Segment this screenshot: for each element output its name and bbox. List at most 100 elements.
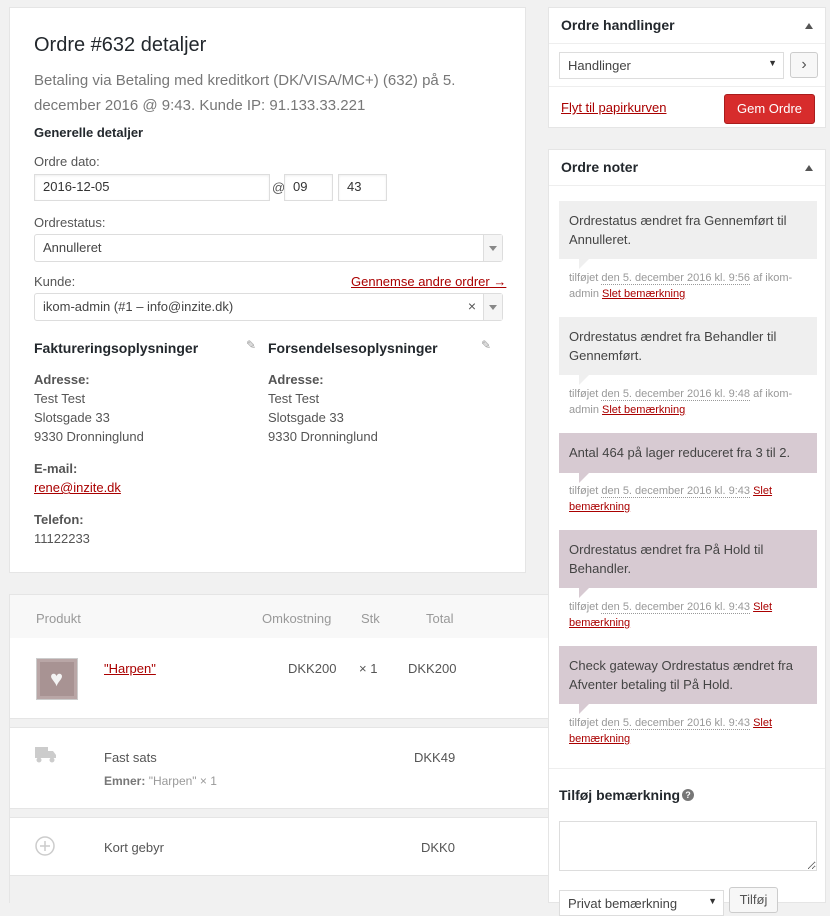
note-meta: tilføjet den 5. december 2016 kl. 9:43 S… xyxy=(569,715,809,747)
col-product: Produkt xyxy=(36,611,81,626)
edit-billing-pencil-icon[interactable]: ✎ xyxy=(246,338,256,352)
product-total: DKK200 xyxy=(408,661,457,676)
order-notes-box: Ordre noter Ordrestatus ændret fra Genne… xyxy=(548,149,826,916)
edit-shipping-pencil-icon[interactable]: ✎ xyxy=(481,338,491,352)
order-subtitle: Betaling via Betaling med kreditkort (DK… xyxy=(34,72,456,114)
chevron-down-icon: ▼ xyxy=(708,896,717,906)
billing-address: Adresse: Test Test Slotsgade 33 9330 Dro… xyxy=(34,370,144,446)
order-actions-header[interactable]: Ordre handlinger xyxy=(549,8,825,44)
help-icon[interactable]: ? xyxy=(682,789,694,801)
email-link[interactable]: rene@inzite.dk xyxy=(34,480,121,495)
col-total: Total xyxy=(426,611,454,626)
note-text: Antal 464 på lager reduceret fra 3 til 2… xyxy=(569,445,791,460)
note-meta-prefix: tilføjet xyxy=(569,272,602,284)
truck-icon xyxy=(35,747,56,763)
product-thumbnail xyxy=(36,658,78,700)
billing-email: E-mail: rene@inzite.dk xyxy=(34,459,121,497)
order-notes-header[interactable]: Ordre noter xyxy=(549,150,825,186)
billing-phone: Telefon: 11122233 xyxy=(34,510,90,548)
general-details-heading: Generelle detaljer xyxy=(34,125,144,140)
shipping-address-line: 9330 Dronninglund xyxy=(268,429,378,444)
note-date: den 5. december 2016 kl. 9:43 xyxy=(601,485,751,498)
fee-name: Kort gebyr xyxy=(104,840,164,855)
note-type-value: Privat bemærkning xyxy=(568,896,678,911)
collapse-icon[interactable] xyxy=(805,23,813,29)
divider xyxy=(549,86,825,87)
chevron-down-icon: ▼ xyxy=(768,58,777,68)
delete-note-link[interactable]: Slet bemærkning xyxy=(602,404,685,416)
note-item: Ordrestatus ændret fra Gennemført til An… xyxy=(559,201,817,269)
order-status-label: Ordrestatus: xyxy=(34,215,106,230)
order-date-label: Ordre dato: xyxy=(34,154,100,169)
order-minute-input[interactable]: 43 xyxy=(338,174,387,201)
delete-note-link[interactable]: Slet bemærkning xyxy=(602,288,685,300)
order-status-select[interactable]: Annulleret xyxy=(34,234,503,262)
note-meta-prefix: tilføjet xyxy=(569,388,602,400)
note-item: Antal 464 på lager reduceret fra 3 til 2… xyxy=(559,433,817,483)
plus-circle-icon xyxy=(35,836,55,856)
shipping-items-label: Emner: xyxy=(104,774,146,788)
col-cost: Omkostning xyxy=(262,611,332,626)
billing-address-line: Slotsgade 33 xyxy=(34,410,110,425)
move-to-trash-link[interactable]: Flyt til papirkurven xyxy=(561,100,666,115)
phone-value: 11122233 xyxy=(34,531,90,546)
collapse-icon[interactable] xyxy=(805,165,813,171)
note-type-select[interactable]: Privat bemærkning ▼ xyxy=(559,890,724,916)
shipping-heading: Forsendelsesoplysninger xyxy=(268,340,438,356)
billing-heading: Faktureringsoplysninger xyxy=(34,340,199,356)
phone-label: Telefon: xyxy=(34,512,84,527)
note-item: Check gateway Ordrestatus ændret fra Afv… xyxy=(559,646,817,714)
shipping-address: Adresse: Test Test Slotsgade 33 9330 Dro… xyxy=(268,370,378,446)
view-other-orders-link[interactable]: Gennemse andre ordrer → xyxy=(351,274,506,289)
order-hour-input[interactable]: 09 xyxy=(284,174,333,201)
product-link[interactable]: "Harpen" xyxy=(104,661,156,676)
actions-select-value: Handlinger xyxy=(568,58,631,73)
clear-icon[interactable]: × xyxy=(468,298,476,314)
order-actions-title: Ordre handlinger xyxy=(561,17,675,33)
note-date: den 5. december 2016 kl. 9:43 xyxy=(601,601,751,614)
note-meta: tilføjet den 5. december 2016 kl. 9:48 a… xyxy=(569,386,809,418)
fee-total: DKK0 xyxy=(421,840,455,855)
shipping-method: Fast sats xyxy=(104,750,157,765)
shipping-items-value: "Harpen" × 1 xyxy=(148,774,217,788)
billing-address-line: Test Test xyxy=(34,391,86,406)
divider xyxy=(10,718,548,728)
shipping-address-line: Test Test xyxy=(268,391,320,406)
add-note-label: Tilføj bemærkning xyxy=(559,787,681,803)
note-text: Ordrestatus ændret fra Behandler til Gen… xyxy=(569,329,777,363)
billing-address-line: 9330 Dronninglund xyxy=(34,429,144,444)
order-actions-box: Ordre handlinger Handlinger ▼ › Flyt til… xyxy=(548,7,826,128)
note-text: Ordrestatus ændret fra Gennemført til An… xyxy=(569,213,787,247)
note-meta: tilføjet den 5. december 2016 kl. 9:43 S… xyxy=(569,599,809,631)
note-item: Ordrestatus ændret fra På Hold til Behan… xyxy=(559,530,817,598)
order-data-panel: Ordre #632 detaljer Betaling via Betalin… xyxy=(9,7,526,573)
note-meta: tilføjet den 5. december 2016 kl. 9:43 S… xyxy=(569,483,809,515)
product-cost: DKK200 xyxy=(288,661,337,676)
order-items-panel: Produkt Omkostning Stk Total "Harpen" DK… xyxy=(9,594,548,905)
divider xyxy=(10,875,548,905)
chevron-down-icon xyxy=(483,235,502,261)
order-date-input[interactable]: 2016-12-05 xyxy=(34,174,270,201)
shipping-address-label: Adresse: xyxy=(268,372,324,387)
apply-action-button[interactable]: › xyxy=(790,52,818,78)
shipping-items: Emner: "Harpen" × 1 xyxy=(104,774,217,788)
order-notes-title: Ordre noter xyxy=(561,159,639,175)
add-note-button[interactable]: Tilføj xyxy=(729,887,778,913)
col-qty: Stk xyxy=(361,611,380,626)
customer-select[interactable]: ikom-admin (#1 – info@inzite.dk) × xyxy=(34,293,503,321)
save-order-button[interactable]: Gem Ordre xyxy=(723,94,815,124)
note-meta-prefix: tilføjet xyxy=(569,485,602,497)
customer-value: ikom-admin (#1 – info@inzite.dk) xyxy=(43,299,234,314)
note-date: den 5. december 2016 kl. 9:56 xyxy=(601,272,751,285)
billing-address-label: Adresse: xyxy=(34,372,90,387)
note-meta-prefix: tilføjet xyxy=(569,717,602,729)
add-note-textarea[interactable] xyxy=(559,821,817,871)
customer-label: Kunde: xyxy=(34,274,76,289)
note-item: Ordrestatus ændret fra Behandler til Gen… xyxy=(559,317,817,385)
actions-select[interactable]: Handlinger ▼ xyxy=(559,52,784,79)
note-date: den 5. december 2016 kl. 9:43 xyxy=(601,717,751,730)
divider xyxy=(549,768,825,769)
note-date: den 5. december 2016 kl. 9:48 xyxy=(601,388,751,401)
note-text: Ordrestatus ændret fra På Hold til Behan… xyxy=(569,542,764,576)
note-text: Check gateway Ordrestatus ændret fra Afv… xyxy=(569,658,793,692)
